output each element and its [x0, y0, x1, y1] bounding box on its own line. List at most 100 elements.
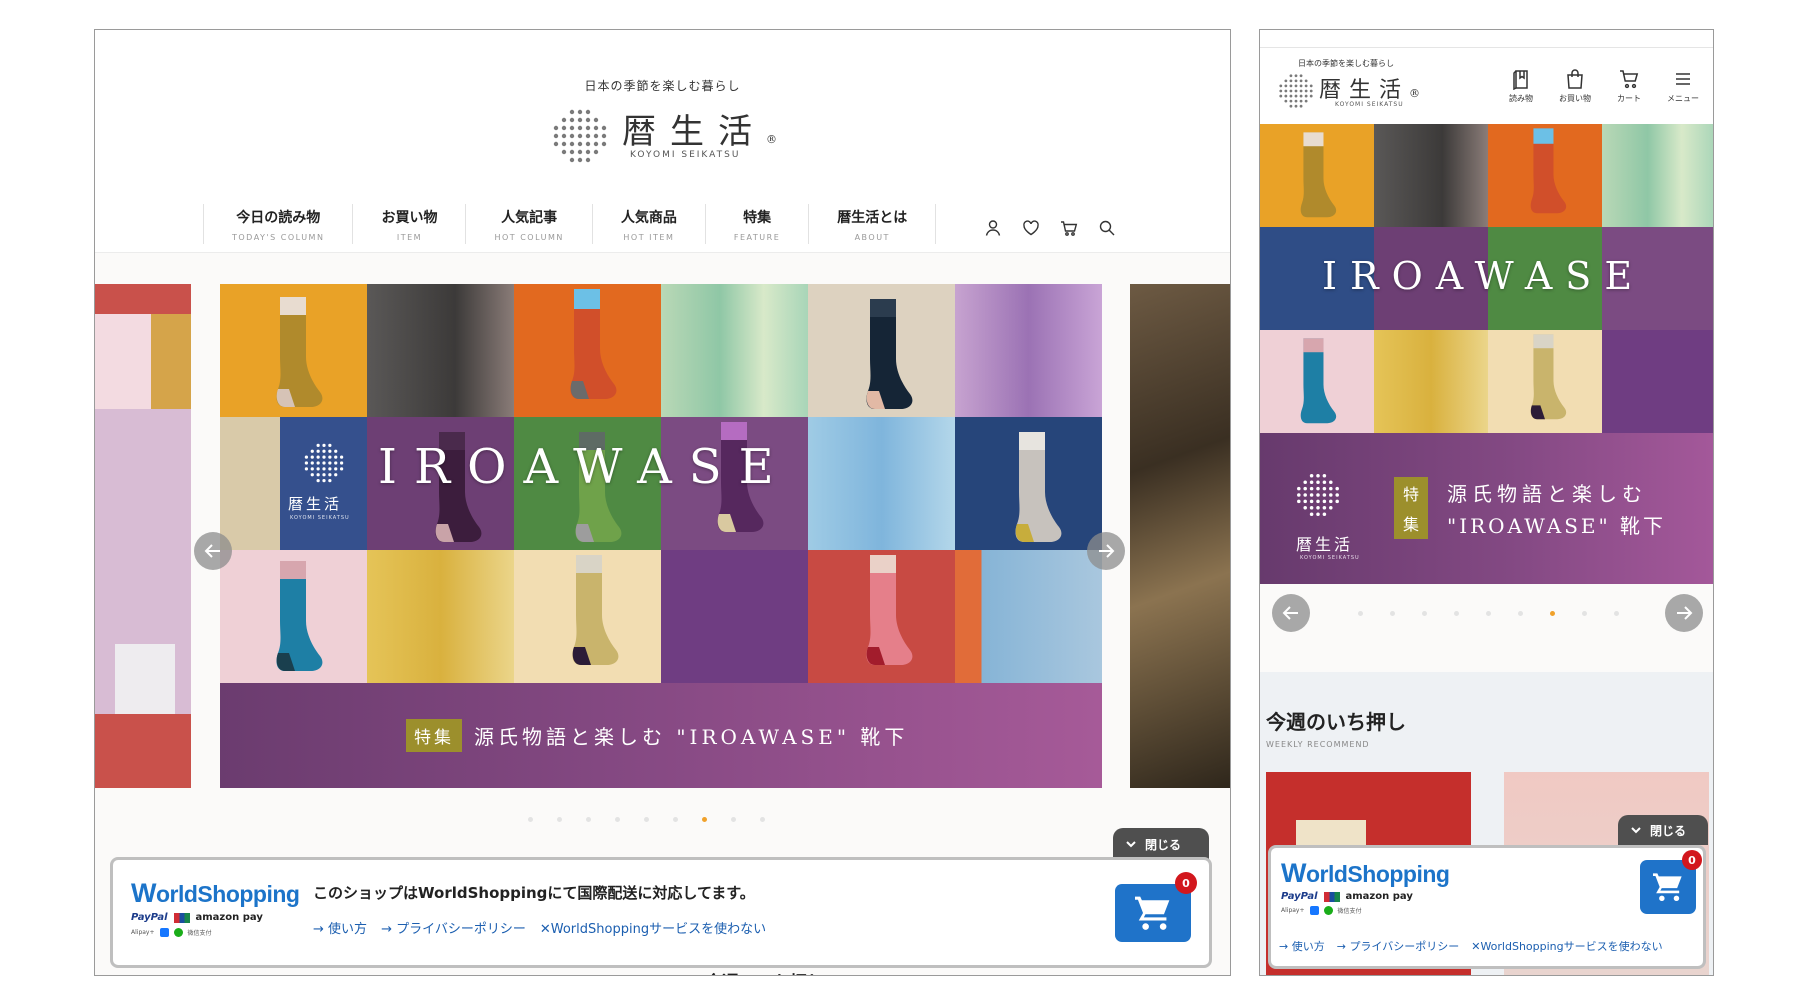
slider-prev-button[interactable]	[1272, 594, 1310, 632]
pagination-dot[interactable]	[1454, 611, 1459, 616]
pagination-dot[interactable]	[1518, 611, 1523, 616]
pagination-dot[interactable]	[731, 817, 736, 822]
hero-slide[interactable]: 暦生活 KOYOMI SEIKATSU IROAWASE 特集 源氏物語と楽しむ…	[220, 284, 1102, 788]
logo-dot	[328, 467, 332, 471]
pagination-dot[interactable]	[673, 817, 678, 822]
cart-icon[interactable]	[1059, 218, 1079, 238]
opt-out-link[interactable]: ✕WorldShoppingサービスを使わない	[1471, 938, 1662, 954]
logo-dot	[1309, 89, 1313, 93]
sock-image	[1015, 432, 1062, 542]
logo-dot	[1294, 99, 1298, 103]
logo-dot	[328, 461, 332, 465]
mobile-hero-slide[interactable]: IROAWASE 暦生活 KOYOMI SEIKATSU 特 集 源氏物語と楽し…	[1260, 124, 1713, 584]
pagination-dot[interactable]	[528, 817, 533, 822]
worldshopping-bar: WorldShopping PayPal amazon pay Alipay+ …	[1268, 845, 1706, 969]
pagination-dot[interactable]	[1390, 611, 1395, 616]
slider-next-button[interactable]	[1665, 594, 1703, 632]
worldshopping-close-button[interactable]: 閉じる	[1618, 815, 1708, 845]
worldshopping-wordmark: WorldShopping	[131, 878, 300, 908]
logo-dot	[1279, 84, 1283, 88]
pagination-dot[interactable]	[1582, 611, 1587, 616]
alipay-plus-logo: Alipay+	[1281, 907, 1305, 914]
search-icon[interactable]	[1097, 218, 1117, 238]
sock-image	[1530, 334, 1567, 420]
mobile-cart-button[interactable]: カート	[1609, 68, 1649, 104]
site-logo[interactable]: 暦生活® KOYOMI SEIKATSU	[1277, 72, 1427, 122]
logo-dot	[561, 133, 567, 139]
logo-dot	[553, 125, 559, 131]
logo-dot	[1294, 79, 1298, 83]
logo-dot	[1316, 493, 1320, 497]
icon-label: 読み物	[1509, 94, 1533, 103]
logo-dot	[569, 117, 575, 123]
nav-item-feature[interactable]: 特集 FEATURE	[706, 204, 810, 244]
pagination-dot[interactable]	[644, 817, 649, 822]
pagination-dot[interactable]	[615, 817, 620, 822]
paypal-logo: PayPal	[1281, 891, 1318, 902]
worldshopping-cart-button[interactable]: 0	[1115, 872, 1197, 942]
privacy-policy-link[interactable]: → プライバシーポリシー	[381, 918, 526, 937]
logo-dot	[334, 449, 338, 453]
logo-dot	[561, 117, 567, 123]
nav-sublabel: ABOUT	[854, 232, 890, 242]
feature-badge: 特集	[406, 719, 462, 752]
how-to-use-link[interactable]: → 使い方	[1279, 938, 1325, 954]
pagination-dot[interactable]	[557, 817, 562, 822]
mobile-read-button[interactable]: 読み物	[1501, 68, 1541, 104]
logo-dot	[585, 141, 591, 147]
logo-dot	[1304, 94, 1308, 98]
pagination-dot[interactable]	[1422, 611, 1427, 616]
user-icon[interactable]	[983, 218, 1003, 238]
nav-item-about[interactable]: 暦生活とは ABOUT	[809, 204, 937, 244]
heart-icon[interactable]	[1021, 218, 1041, 238]
pagination-dot[interactable]	[1358, 611, 1363, 616]
sock-image	[570, 289, 617, 399]
logo-wordmark: 暦生活®	[622, 112, 777, 152]
pagination-dot-active[interactable]	[1550, 611, 1555, 616]
mobile-shop-button[interactable]: お買い物	[1555, 68, 1595, 104]
logo-dot	[1316, 486, 1320, 491]
slide-brand-box: 暦生活 KOYOMI SEIKATSU	[280, 417, 367, 550]
pagination-dot[interactable]	[1614, 611, 1619, 616]
feature-caption-line2: "IROAWASE" 靴下	[1447, 514, 1667, 538]
sock-tile	[1488, 330, 1602, 433]
logo-dot	[593, 141, 599, 147]
worldshopping-cart-button[interactable]: 0	[1640, 850, 1702, 914]
nav-item-hot-item[interactable]: 人気商品 HOT ITEM	[593, 204, 706, 244]
previous-slide-peek[interactable]	[95, 284, 191, 788]
logo-dot	[1284, 89, 1288, 93]
logo-dot	[339, 467, 344, 471]
nav-item-hot-column[interactable]: 人気記事 HOT COLUMN	[466, 204, 593, 244]
logo-dot	[1329, 480, 1333, 484]
pagination-dot[interactable]	[1486, 611, 1491, 616]
logo-dot	[1303, 506, 1307, 510]
slider-pagination	[1358, 611, 1619, 616]
nav-item-todays-column[interactable]: 今日の読み物 TODAY'S COLUMN	[203, 204, 354, 244]
worldshopping-close-button[interactable]: 閉じる	[1113, 828, 1209, 860]
next-slide-peek[interactable]	[1130, 284, 1230, 788]
slider-next-button[interactable]	[1087, 532, 1125, 570]
logo-dot	[593, 149, 599, 155]
logo-dot	[585, 149, 591, 155]
nav-sublabel: HOT COLUMN	[494, 232, 564, 242]
logo-dot	[1289, 79, 1293, 83]
mobile-header-icons: 読み物 お買い物 カート メニュー	[1501, 68, 1703, 104]
nav-item-item[interactable]: お買い物 ITEM	[353, 204, 467, 244]
pagination-dot-active[interactable]	[702, 817, 707, 822]
slider-prev-button[interactable]	[194, 532, 232, 570]
logo-dot	[1304, 89, 1308, 93]
site-logo[interactable]: 暦生活® KOYOMI SEIKATSU	[550, 106, 780, 166]
logo-dot	[1294, 104, 1298, 108]
nav-label: お買い物	[381, 209, 438, 226]
pagination-dot[interactable]	[760, 817, 765, 822]
how-to-use-link[interactable]: → 使い方	[313, 918, 367, 937]
mobile-menu-button[interactable]: メニュー	[1663, 68, 1703, 104]
opt-out-link[interactable]: ✕WorldShoppingサービスを使わない	[540, 918, 766, 937]
logo-dot	[1289, 94, 1293, 98]
logo-dot	[1309, 493, 1314, 497]
logo-dot	[569, 149, 575, 155]
alipay-icon	[1309, 906, 1319, 915]
pagination-dot[interactable]	[586, 817, 591, 822]
privacy-policy-link[interactable]: → プライバシーポリシー	[1337, 938, 1460, 954]
logo-dot	[1294, 94, 1298, 98]
